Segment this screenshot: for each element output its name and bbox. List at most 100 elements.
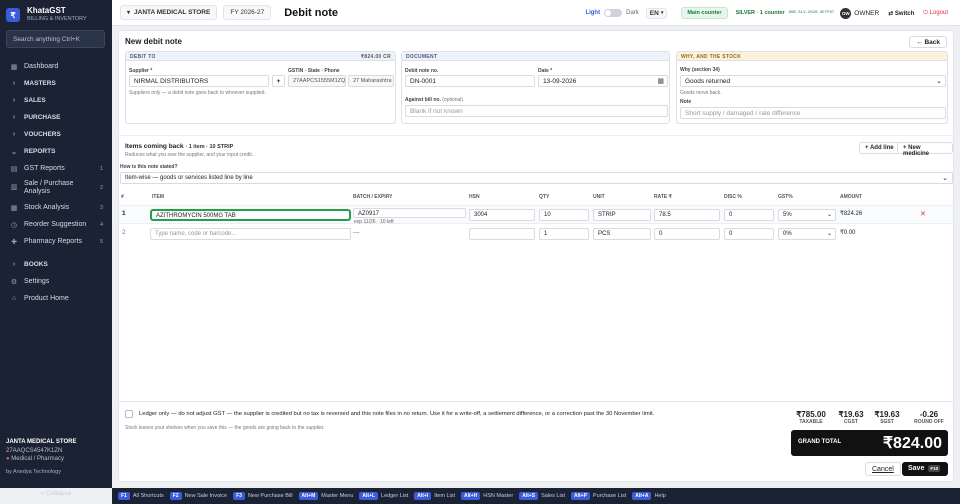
total-value: -0.26 bbox=[919, 410, 939, 419]
sidebar-item-reports[interactable]: ⌄ REPORTS bbox=[0, 143, 112, 160]
unit-field[interactable]: STRIP bbox=[593, 209, 651, 221]
sidebar-search-input[interactable]: Search anything Ctrl+K bbox=[6, 30, 105, 48]
shortcut-item[interactable]: Alt+S Sales List bbox=[519, 492, 565, 500]
shortcut-item[interactable]: Alt+L Ledger List bbox=[359, 492, 408, 500]
debit-to-panel: DEBIT TO ₹824.00 CR Supplier * NIRMAL DIS… bbox=[125, 51, 396, 124]
shortcut-item[interactable]: Alt+H HSN Master bbox=[461, 492, 513, 500]
optional-tag: (optional) bbox=[442, 97, 464, 103]
chevron-down-icon: ⌄ bbox=[826, 212, 832, 218]
page-title: Debit note bbox=[284, 6, 338, 19]
shortcut-item[interactable]: Alt+P Purchase List bbox=[570, 492, 626, 500]
logout-button[interactable]: ⏻ Logout bbox=[923, 10, 948, 17]
date-label: Date * bbox=[538, 68, 553, 74]
amount-value: ₹0.00 bbox=[840, 230, 856, 236]
date-field[interactable]: 13-09-2026 ▦ bbox=[538, 75, 668, 87]
sidebar-item-sales[interactable]: › SALES bbox=[0, 92, 112, 109]
shortcut-item[interactable]: F2 New Sale Invoice bbox=[169, 492, 227, 500]
brand[interactable]: ₹ KhataGST BILLING & INVENTORY bbox=[6, 6, 87, 24]
against-bill-field[interactable]: Blank if not known bbox=[405, 105, 668, 117]
reason-select[interactable]: Goods returned ⌄ bbox=[680, 75, 946, 87]
note-field[interactable]: Short supply / damaged / rate difference bbox=[680, 107, 946, 119]
ledger-only-checkbox[interactable] bbox=[125, 410, 133, 418]
table-row: 2 Type name, code or barcode… — 1 PCS 0 … bbox=[119, 225, 953, 244]
sidebar-nav: ▦ Dashboard › MASTERS › SALES › PURCHASE › VO… bbox=[0, 58, 112, 307]
note-no-field[interactable]: DN-0001 bbox=[405, 75, 535, 87]
document-panel: DOCUMENT Debit note no. DN-0001 Date * 1… bbox=[401, 51, 670, 124]
sidebar-item-masters[interactable]: › MASTERS bbox=[0, 75, 112, 92]
language-select[interactable]: EN ▾ bbox=[645, 7, 668, 19]
sidebar-item-purchase[interactable]: › PURCHASE bbox=[0, 109, 112, 126]
item-field[interactable]: AZITHROMYCIN 500MG TAB bbox=[150, 209, 351, 221]
qty-field[interactable]: 10 bbox=[539, 209, 589, 221]
sidebar-item-settings[interactable]: ⚙ Settings bbox=[0, 273, 112, 290]
chevron-right-icon: › bbox=[12, 131, 16, 138]
shortcut-bar: F1 All Shortcuts F2 New Sale Invoice F3 New… bbox=[112, 488, 960, 504]
save-button[interactable]: Save F10 bbox=[902, 462, 948, 476]
stated-select[interactable]: Item-wise — goods or services listed lin… bbox=[120, 172, 953, 184]
supplier-label: Supplier * bbox=[129, 68, 153, 74]
collapse-sidebar-button[interactable]: « Collapse bbox=[0, 490, 112, 497]
supplier-field[interactable]: NIRMAL DISTRIBUTORS bbox=[129, 75, 269, 87]
sidebar-item-label: Stock Analysis bbox=[24, 204, 70, 211]
unit-field[interactable]: PCS bbox=[593, 228, 651, 240]
sidebar-item-sale-purchase-analysis[interactable]: ▥ Sale / Purchase Analysis 2 bbox=[0, 177, 112, 199]
shortcut-item[interactable]: F1 All Shortcuts bbox=[118, 492, 164, 500]
company-type: ● Medical / Pharmacy bbox=[6, 455, 106, 464]
new-medicine-button[interactable]: + New medicine bbox=[897, 142, 953, 157]
qty-field[interactable]: 1 bbox=[539, 228, 589, 240]
company-switcher[interactable]: ▾ JANTA MEDICAL STORE bbox=[120, 5, 218, 20]
total-label: ROUND OFF bbox=[914, 419, 944, 425]
back-button[interactable]: ← Back bbox=[909, 36, 947, 48]
item-field[interactable]: Type name, code or barcode… bbox=[150, 228, 351, 240]
calendar-icon[interactable]: ▦ bbox=[657, 77, 664, 85]
chevron-right-icon: › bbox=[12, 114, 16, 121]
sidebar-item-gst-reports[interactable]: ▤ GST Reports 1 bbox=[0, 160, 112, 177]
rate-field[interactable]: 0 bbox=[654, 228, 720, 240]
sidebar-item-stock-analysis[interactable]: ▦ Stock Analysis 3 bbox=[0, 199, 112, 216]
why-panel: WHY, AND THE STOCK Why (section 34) Good… bbox=[676, 51, 948, 124]
col-header: DISC % bbox=[724, 194, 742, 200]
add-supplier-button[interactable]: + bbox=[272, 75, 285, 87]
shortcut-number: 1 bbox=[99, 165, 103, 172]
clock-icon: ◷ bbox=[10, 221, 18, 229]
shortcut-key: Alt+P bbox=[570, 492, 590, 500]
gstin-label: GSTIN · State · Phone bbox=[288, 68, 340, 74]
col-header: RATE ₹ bbox=[654, 194, 672, 200]
grand-total: GRAND TOTAL ₹824.00 bbox=[791, 430, 948, 456]
disc-field[interactable]: 0 bbox=[724, 209, 774, 221]
sidebar-item-label: Product Home bbox=[24, 295, 69, 302]
hsn-field[interactable] bbox=[469, 228, 535, 240]
cancel-button[interactable]: Cancel bbox=[865, 462, 901, 476]
avatar[interactable]: OW bbox=[840, 7, 852, 19]
top-bar: ▾ JANTA MEDICAL STORE FY 2026-27 Debit no… bbox=[112, 0, 960, 26]
sidebar-item-product-home[interactable]: ⌂ Product Home bbox=[0, 290, 112, 307]
round-off-total: -0.26 ROUND OFF bbox=[909, 410, 949, 425]
taxable-total: ₹785.00 TAXABLE bbox=[795, 410, 827, 425]
shortcut-item[interactable]: Alt+M Master Menu bbox=[298, 492, 353, 500]
batch-field[interactable]: AZ0917 bbox=[353, 208, 466, 218]
credit-amount: ₹824.00 CR bbox=[360, 54, 391, 60]
rate-field[interactable]: 78.5 bbox=[654, 209, 720, 221]
cgst-total: ₹19.63 CGST bbox=[835, 410, 867, 425]
sidebar-item-books[interactable]: › BOOKS bbox=[0, 256, 112, 273]
theme-toggle[interactable] bbox=[604, 9, 623, 17]
gst-select[interactable]: 0% ⌄ bbox=[778, 228, 836, 240]
sidebar-item-dashboard[interactable]: ▦ Dashboard bbox=[0, 58, 112, 75]
add-line-button[interactable]: + Add line bbox=[859, 142, 900, 154]
switch-button[interactable]: ⇄ Switch bbox=[888, 10, 914, 17]
disc-field[interactable]: 0 bbox=[724, 228, 774, 240]
remove-row-icon[interactable]: ✕ bbox=[920, 210, 926, 218]
sidebar-item-reorder-suggestion[interactable]: ◷ Reorder Suggestion 4 bbox=[0, 216, 112, 233]
sidebar-item-vouchers[interactable]: › VOUCHERS bbox=[0, 126, 112, 143]
fy-selector[interactable]: FY 2026-27 bbox=[223, 5, 272, 20]
shortcut-item[interactable]: F3 New Purchase Bill bbox=[233, 492, 293, 500]
caret-down-icon: ▾ bbox=[660, 10, 664, 16]
col-header: QTY bbox=[539, 194, 550, 200]
reason-hint: Goods move back. bbox=[680, 90, 722, 96]
sidebar-item-pharmacy-reports[interactable]: ✚ Pharmacy Reports 5 bbox=[0, 233, 112, 250]
shortcut-item[interactable]: Alt+A Help bbox=[632, 492, 666, 500]
hsn-field[interactable]: 3004 bbox=[469, 209, 535, 221]
gst-select[interactable]: 5% ⌄ bbox=[778, 209, 836, 221]
save-label: Save bbox=[908, 465, 925, 472]
shortcut-item[interactable]: Alt+I Item List bbox=[414, 492, 455, 500]
